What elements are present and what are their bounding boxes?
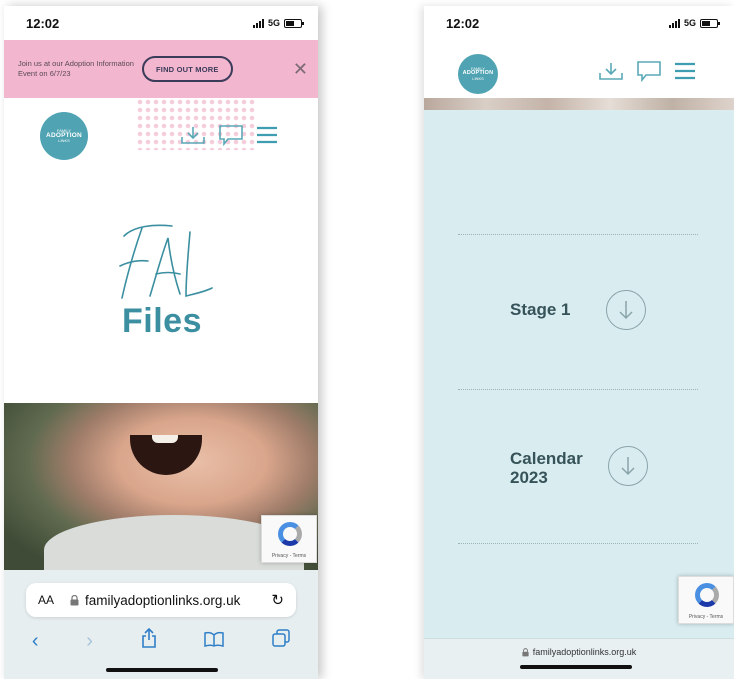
hamburger-menu-icon[interactable] <box>674 62 696 80</box>
reader-aa-button[interactable]: AA <box>38 593 54 607</box>
right-phone-screen: 12:02 5G FAMILY ADOPTION LINKS Stage 1 C… <box>424 6 734 679</box>
hamburger-menu-icon[interactable] <box>256 126 278 144</box>
safari-browser-bar: AA familyadoptionlinks.org.uk ↻ ‹ › <box>4 570 318 679</box>
status-time: 12:02 <box>446 15 480 31</box>
back-icon[interactable]: ‹ <box>32 630 39 653</box>
network-label: 5G <box>267 18 280 28</box>
lock-icon <box>522 647 529 656</box>
safari-compact-url-bar[interactable]: familyadoptionlinks.org.uk <box>424 638 734 679</box>
site-header: FAMILY ADOPTION LINKS <box>424 40 734 100</box>
document-label-calendar-2023[interactable]: Calendar 2023 <box>510 449 600 487</box>
recaptcha-icon <box>278 522 302 546</box>
status-time: 12:02 <box>26 15 60 31</box>
share-icon[interactable] <box>141 627 157 654</box>
signal-icon <box>252 18 264 28</box>
find-out-more-button[interactable]: FIND OUT MORE <box>142 56 233 82</box>
url-text: familyadoptionlinks.org.uk <box>532 647 637 657</box>
event-banner: Join us at our Adoption Information Even… <box>4 40 318 98</box>
address-bar[interactable]: AA familyadoptionlinks.org.uk ↻ <box>26 583 296 617</box>
forward-icon[interactable]: › <box>86 630 93 653</box>
status-indicators: 5G <box>668 18 720 28</box>
download-icon[interactable] <box>598 61 624 81</box>
url-display[interactable]: familyadoptionlinks.org.uk <box>70 593 240 608</box>
recaptcha-text[interactable]: Privacy - Terms <box>272 553 306 559</box>
chat-icon[interactable] <box>218 124 244 146</box>
download-arrow-icon[interactable] <box>606 290 646 330</box>
divider <box>458 234 698 235</box>
photo-strip <box>424 98 734 110</box>
left-phone-screen: 12:02 5G Join us at our Adoption Informa… <box>4 6 318 679</box>
divider <box>458 543 698 544</box>
documents-panel: Stage 1 Calendar 2023 <box>424 110 734 638</box>
battery-icon <box>700 18 720 28</box>
screenshot-canvas: 12:02 5G Join us at our Adoption Informa… <box>0 0 734 679</box>
close-icon[interactable]: ✕ <box>293 59 308 80</box>
header-nav-icons <box>598 60 696 82</box>
status-bar: 12:02 5G <box>4 6 318 40</box>
recaptcha-icon <box>695 583 719 607</box>
reload-icon[interactable]: ↻ <box>271 591 284 609</box>
download-icon[interactable] <box>180 125 206 145</box>
tabs-icon[interactable] <box>272 629 290 653</box>
url-text: familyadoptionlinks.org.uk <box>85 592 241 608</box>
banner-text: Join us at our Adoption Information Even… <box>18 59 134 78</box>
chat-icon[interactable] <box>636 60 662 82</box>
logo-line-3: LINKS <box>472 75 484 81</box>
home-indicator <box>106 668 218 672</box>
download-arrow-icon[interactable] <box>608 446 648 486</box>
signal-icon <box>668 18 680 28</box>
browser-toolbar: ‹ › <box>4 627 318 654</box>
url-display[interactable]: familyadoptionlinks.org.uk <box>424 647 734 657</box>
status-bar: 12:02 5G <box>424 6 734 40</box>
recaptcha-text[interactable]: Privacy - Terms <box>689 614 723 620</box>
bookmarks-icon[interactable] <box>204 630 225 653</box>
network-label: 5G <box>683 18 696 28</box>
document-label-stage-1[interactable]: Stage 1 <box>510 300 570 319</box>
recaptcha-badge[interactable]: Privacy - Terms <box>678 576 734 624</box>
site-logo[interactable]: FAMILY ADOPTION LINKS <box>458 54 498 94</box>
status-indicators: 5G <box>252 18 304 28</box>
site-logo[interactable]: FAMILY ADOPTION LINKS <box>40 112 88 160</box>
battery-icon <box>284 18 304 28</box>
home-indicator <box>520 665 632 669</box>
header-nav-icons <box>180 124 278 146</box>
logo-line-3: LINKS <box>58 138 70 144</box>
divider <box>458 389 698 390</box>
recaptcha-badge[interactable]: Privacy - Terms <box>261 515 317 563</box>
fal-script-logo <box>119 224 213 299</box>
page-title: Files <box>122 302 202 340</box>
lock-icon <box>70 594 79 605</box>
